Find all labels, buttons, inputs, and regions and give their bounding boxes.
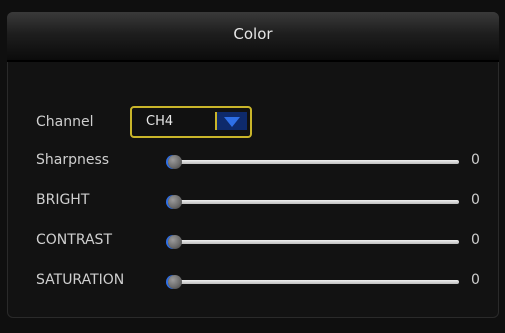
contrast-label: CONTRAST	[36, 232, 112, 248]
slider-track	[170, 200, 459, 204]
slider-track	[170, 280, 459, 284]
saturation-slider[interactable]	[168, 275, 459, 289]
contrast-value: 0	[471, 232, 480, 248]
slider-thumb[interactable]	[168, 155, 182, 169]
bright-label: BRIGHT	[36, 192, 90, 208]
contrast-slider[interactable]	[168, 235, 459, 249]
slider-thumb[interactable]	[168, 275, 182, 289]
chevron-down-icon	[224, 117, 240, 127]
sharpness-slider[interactable]	[168, 155, 459, 169]
slider-thumb[interactable]	[168, 195, 182, 209]
slider-track	[170, 240, 459, 244]
saturation-label: SATURATION	[36, 272, 125, 288]
channel-select-value: CH4	[146, 114, 174, 129]
color-dialog: Color Channel CH4 Sharpness 0 BRIGHT 0 C…	[7, 12, 499, 318]
bright-slider[interactable]	[168, 195, 459, 209]
dialog-title: Color	[233, 25, 273, 43]
slider-track	[170, 160, 459, 164]
slider-thumb[interactable]	[168, 235, 182, 249]
dialog-titlebar: Color	[7, 12, 499, 62]
bright-value: 0	[471, 192, 480, 208]
sharpness-value: 0	[471, 152, 480, 168]
channel-label: Channel	[36, 114, 94, 130]
channel-dropdown-button[interactable]	[215, 112, 247, 130]
channel-select[interactable]: CH4	[130, 106, 252, 138]
saturation-value: 0	[471, 272, 480, 288]
sharpness-label: Sharpness	[36, 152, 110, 168]
